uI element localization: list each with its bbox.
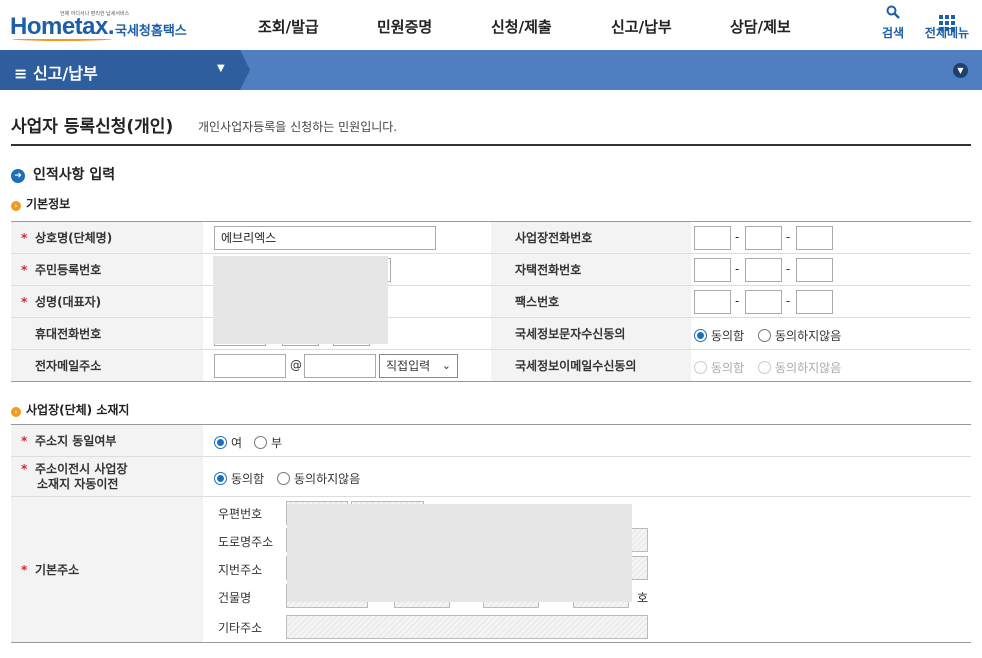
privacy-mask (213, 256, 388, 344)
required-mark: * (21, 433, 28, 448)
label-building-name: 건물명 (218, 591, 252, 605)
required-mark: * (21, 230, 28, 245)
subsection-basic-info: › 기본정보 (11, 195, 70, 212)
table-row: * 성명(대표자) 팩스번호 - - (11, 286, 971, 318)
page-title: 사업자 등록신청(개인) (11, 117, 174, 137)
label-fax: 팩스번호 (491, 286, 691, 317)
menu-title[interactable]: ≡ 신고/납부 (14, 60, 98, 84)
fax-1[interactable] (694, 290, 731, 314)
email-local-input[interactable] (214, 354, 286, 378)
nav-certificate[interactable]: 민원증명 (377, 16, 432, 37)
building-suffix-ho: 호 (637, 591, 649, 605)
label-representative-name: * 성명(대표자) (11, 286, 203, 317)
chevron-down-circle-icon[interactable]: ▼ (953, 63, 968, 78)
page-description: 개인사업자등록을 신청하는 민원입니다. (198, 120, 398, 134)
table-row: 휴대전화번호 국세정보문자수신동의 동의함 동의하지않음 (11, 318, 971, 350)
logo-korean-name: 국세청홈택스 (115, 24, 187, 39)
arrow-circle-icon: ➜ (11, 169, 25, 183)
required-mark: * (21, 262, 28, 277)
business-phone-1[interactable] (694, 226, 731, 250)
label-other-address: 기타주소 (218, 621, 263, 635)
menu-bar: ≡ 신고/납부 ▼ ▼ (0, 50, 982, 90)
label-mobile-phone: 휴대전화번호 (11, 318, 203, 349)
search-icon (868, 4, 918, 24)
fax-2[interactable] (745, 290, 782, 314)
table-row: * 주소지 동일여부 여 부 (11, 425, 971, 457)
label-base-address: * 기본주소 (11, 497, 203, 642)
label-road-address: 도로명주소 (218, 535, 274, 549)
all-menu-label: 전체메뉴 (924, 26, 970, 40)
sms-consent-disagree-radio[interactable]: 동의하지않음 (758, 327, 841, 344)
table-row: * 상호명(단체명) 에브리엑스 사업장전화번호 - - (11, 222, 971, 254)
required-mark: * (21, 462, 28, 476)
label-auto-move: * 주소이전시 사업장 소재지 자동이전 (11, 457, 203, 496)
label-home-phone: 자택전화번호 (491, 254, 691, 285)
privacy-mask (287, 504, 632, 602)
same-address-no-radio[interactable]: 부 (254, 434, 282, 451)
subsection-business-location: › 사업장(단체) 소재지 (11, 401, 129, 418)
label-lot-address: 지번주소 (218, 563, 263, 577)
table-row: 전자메일주소 @ 직접입력 ⌄ 국세정보이메일수신동의 동의함 동의하지않음 (11, 350, 971, 382)
nav-inquiry[interactable]: 조회/발급 (258, 16, 319, 37)
label-sms-consent: 국세정보문자수신동의 (491, 318, 691, 349)
email-consent-disagree-radio[interactable]: 동의하지않음 (758, 359, 841, 376)
all-menu-button[interactable]: 전체메뉴 (922, 4, 972, 41)
dash: - (786, 262, 791, 276)
business-phone-2[interactable] (745, 226, 782, 250)
home-phone-2[interactable] (745, 258, 782, 282)
hometax-logo[interactable]: 언제 어디서나 편리한 납세서비스 Hometax. 국세청홈택스 (10, 6, 195, 44)
auto-move-agree-radio[interactable]: 동의함 (214, 470, 264, 487)
other-address-input[interactable] (286, 615, 648, 639)
same-address-yes-radio[interactable]: 여 (214, 434, 242, 451)
logo-swoosh (12, 37, 112, 41)
business-phone-3[interactable] (796, 226, 833, 250)
dash: - (735, 230, 740, 244)
nav-apply[interactable]: 신청/제출 (491, 16, 552, 37)
email-domain-input[interactable] (304, 354, 376, 378)
nav-report-pay[interactable]: 신고/납부 (611, 16, 672, 37)
search-label: 검색 (881, 26, 905, 40)
dash: - (735, 262, 740, 276)
dash: - (786, 230, 791, 244)
menu-arrow-shape (240, 50, 250, 90)
label-email: 전자메일주소 (11, 350, 203, 381)
home-phone-1[interactable] (694, 258, 731, 282)
label-resident-number: * 주민등록번호 (11, 254, 203, 285)
required-mark: * (21, 562, 28, 577)
title-divider (11, 144, 971, 146)
table-row: * 주소이전시 사업장 소재지 자동이전 동의함 동의하지않음 (11, 457, 971, 497)
dash: - (735, 294, 740, 308)
table-row: * 주민등록번호 자택전화번호 - - (11, 254, 971, 286)
nav-consult[interactable]: 상담/제보 (730, 16, 791, 37)
chevron-down-icon: ⌄ (441, 359, 451, 372)
orange-bullet-icon: › (11, 407, 21, 417)
label-business-phone: 사업장전화번호 (491, 222, 691, 253)
label-email-consent: 국세정보이메일수신동의 (491, 350, 691, 381)
top-header: 언제 어디서나 편리한 납세서비스 Hometax. 국세청홈택스 조회/발급 … (0, 0, 982, 50)
caret-down-icon[interactable]: ▼ (217, 63, 225, 74)
company-name-input[interactable]: 에브리엑스 (214, 226, 436, 250)
section-title-personal-info: ➜ 인적사항 입력 (11, 164, 115, 184)
at-sign: @ (290, 358, 302, 372)
basic-info-table: * 상호명(단체명) 에브리엑스 사업장전화번호 - - * 주민등록번호 자택전화… (11, 221, 971, 382)
auto-move-disagree-radio[interactable]: 동의하지않음 (277, 470, 360, 487)
label-zipcode: 우편번호 (218, 507, 263, 521)
dash: - (786, 294, 791, 308)
label-same-address: * 주소지 동일여부 (11, 425, 203, 456)
search-button[interactable]: 검색 (868, 4, 918, 41)
orange-bullet-icon: › (11, 201, 21, 211)
sms-consent-agree-radio[interactable]: 동의함 (694, 327, 744, 344)
required-mark: * (21, 294, 28, 309)
fax-3[interactable] (796, 290, 833, 314)
home-phone-3[interactable] (796, 258, 833, 282)
label-company-name: * 상호명(단체명) (11, 222, 203, 253)
email-domain-select[interactable]: 직접입력 ⌄ (379, 354, 458, 378)
email-consent-agree-radio[interactable]: 동의함 (694, 359, 744, 376)
grid-menu-icon (922, 4, 972, 31)
